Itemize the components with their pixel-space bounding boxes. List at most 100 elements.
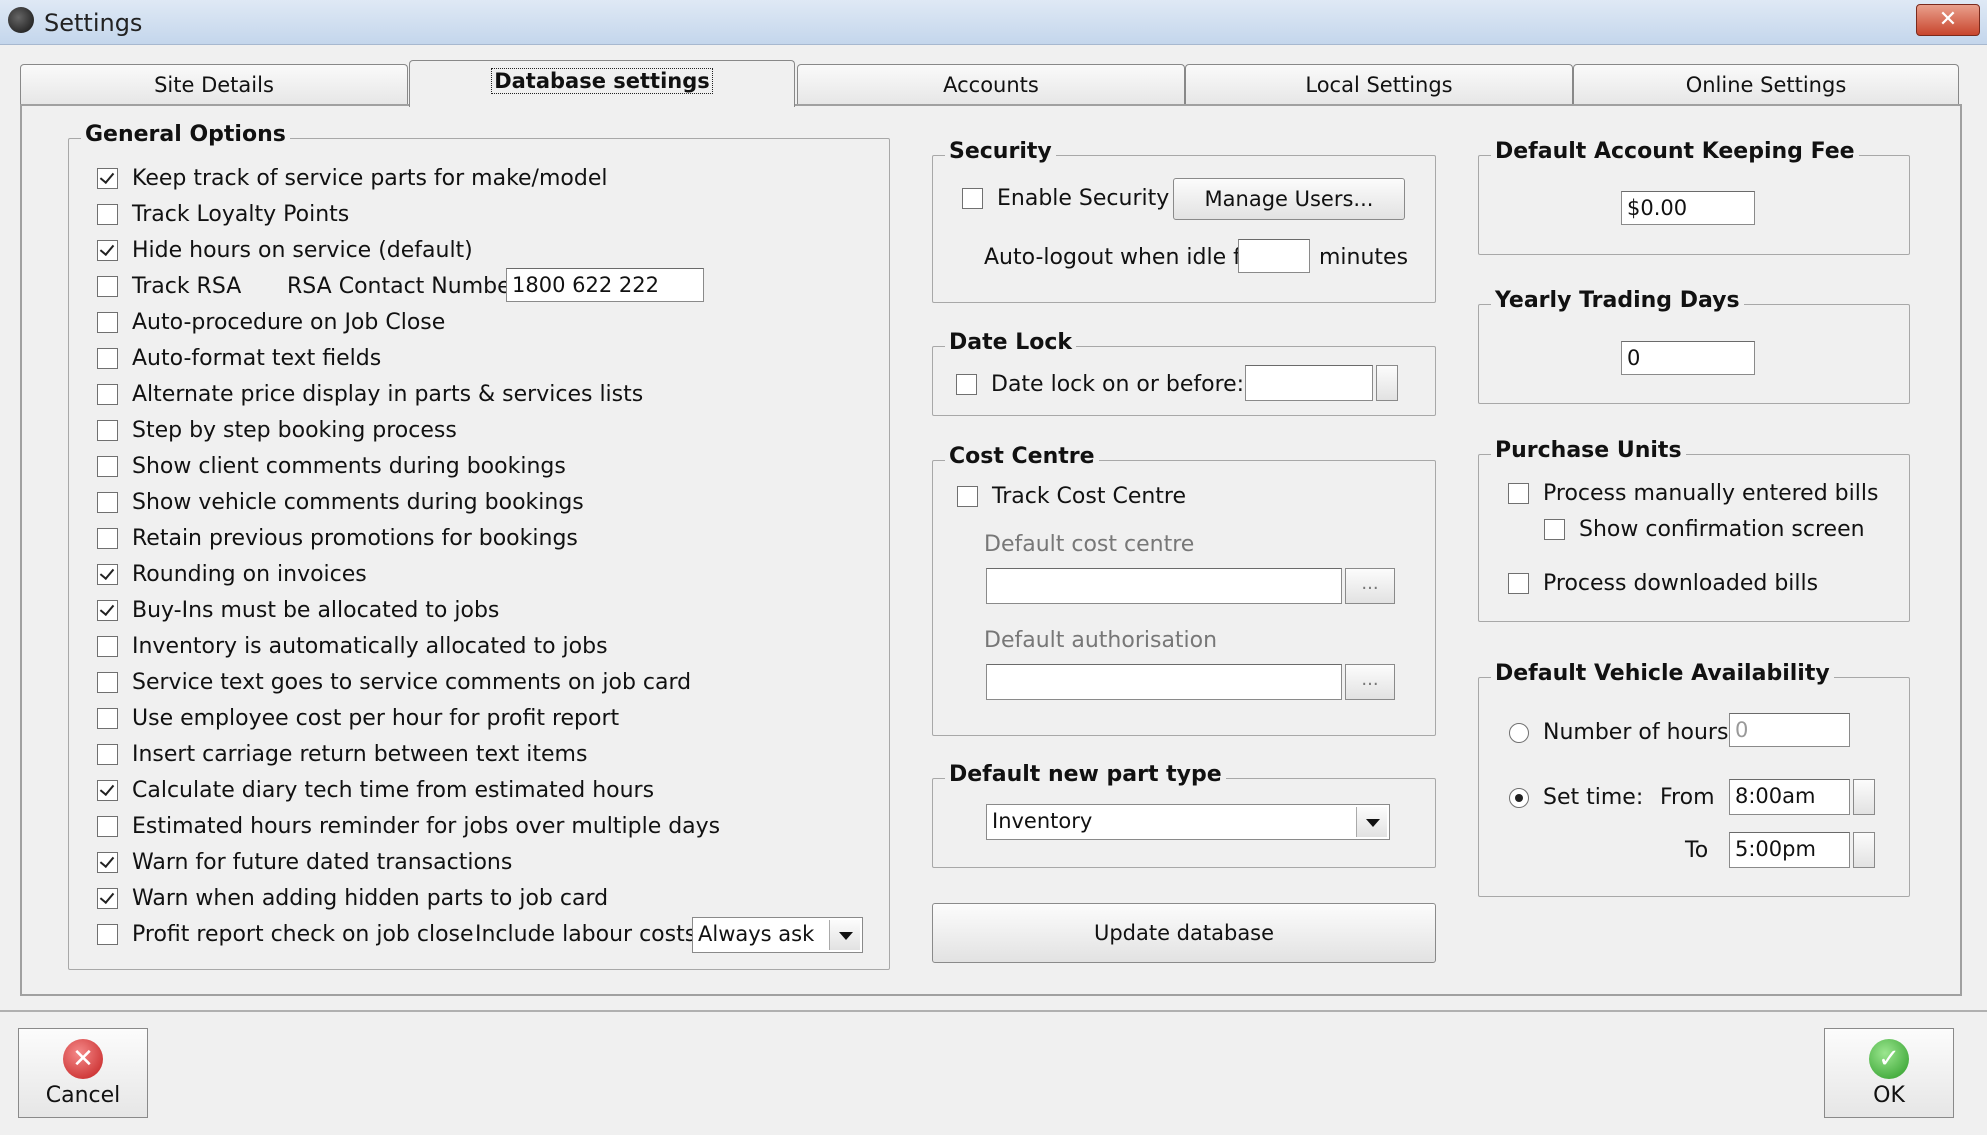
general-option-checkbox[interactable]: Insert carriage return between text item… — [97, 742, 587, 767]
number-of-hours-input[interactable]: 0 — [1729, 713, 1850, 747]
radio-circle[interactable] — [1509, 722, 1529, 743]
general-option-checkbox[interactable]: Buy-Ins must be allocated to jobs — [97, 598, 499, 623]
checkbox-box[interactable] — [97, 564, 118, 585]
checkbox-box[interactable] — [1544, 519, 1565, 540]
show-confirmation-checkbox[interactable]: Show confirmation screen — [1544, 517, 1865, 542]
number-of-hours-radio[interactable]: Number of hours: — [1509, 720, 1736, 745]
tab-accounts[interactable]: Accounts — [797, 64, 1185, 105]
from-time-spinner[interactable] — [1853, 779, 1875, 815]
checkbox-box[interactable] — [97, 672, 118, 693]
checkbox-box[interactable] — [962, 188, 983, 209]
date-picker-button[interactable] — [1376, 365, 1398, 401]
general-option-checkbox[interactable]: Track RSA — [97, 274, 241, 299]
from-time-input[interactable]: 8:00am — [1729, 779, 1850, 815]
checkbox-box[interactable] — [97, 816, 118, 837]
tab-site-details[interactable]: Site Details — [20, 64, 408, 105]
tab-online-settings[interactable]: Online Settings — [1573, 64, 1959, 105]
checkbox-box[interactable] — [97, 240, 118, 261]
date-lock-checkbox[interactable]: Date lock on or before: — [956, 372, 1244, 397]
trading-days-input[interactable]: 0 — [1621, 341, 1755, 375]
labour-costs-select[interactable]: Always ask — [692, 917, 863, 953]
checkbox-box[interactable] — [97, 420, 118, 441]
checkbox-box[interactable] — [97, 384, 118, 405]
to-time-spinner[interactable] — [1853, 832, 1875, 868]
general-option-checkbox[interactable]: Hide hours on service (default) — [97, 238, 473, 263]
process-manual-bills-checkbox[interactable]: Process manually entered bills — [1508, 481, 1878, 506]
general-option-label: Buy-Ins must be allocated to jobs — [132, 598, 500, 623]
general-option-checkbox[interactable]: Profit report check on job close — [97, 922, 474, 947]
set-time-radio[interactable]: Set time: — [1509, 785, 1643, 810]
to-time-input[interactable]: 5:00pm — [1729, 832, 1850, 868]
checkbox-box[interactable] — [97, 852, 118, 873]
general-option-checkbox[interactable]: Use employee cost per hour for profit re… — [97, 706, 619, 731]
checkbox-box[interactable] — [97, 780, 118, 801]
general-option-checkbox[interactable]: Keep track of service parts for make/mod… — [97, 166, 607, 191]
cost-centre-title: Cost Centre — [945, 444, 1099, 469]
general-option-label: Alternate price display in parts & servi… — [132, 382, 644, 407]
manage-users-button[interactable]: Manage Users... — [1173, 178, 1405, 220]
checkbox-box[interactable] — [1508, 483, 1529, 504]
default-authorisation-label: Default authorisation — [984, 628, 1218, 653]
trading-days-title: Yearly Trading Days — [1491, 288, 1744, 313]
checkbox-box[interactable] — [97, 888, 118, 909]
general-option-checkbox[interactable]: Show client comments during bookings — [97, 454, 566, 479]
radio-circle[interactable] — [1509, 787, 1529, 808]
default-cost-centre-input[interactable] — [986, 568, 1342, 604]
checkbox-box[interactable] — [97, 924, 118, 945]
general-option-checkbox[interactable]: Auto-procedure on Job Close — [97, 310, 445, 335]
enable-security-label: Enable Security — [997, 186, 1170, 211]
process-downloaded-bills-label: Process downloaded bills — [1543, 571, 1819, 596]
checkbox-box[interactable] — [97, 168, 118, 189]
general-option-checkbox[interactable]: Estimated hours reminder for jobs over m… — [97, 814, 720, 839]
general-option-label: Track RSA — [132, 274, 242, 299]
general-option-checkbox[interactable]: Inventory is automatically allocated to … — [97, 634, 608, 659]
checkbox-box[interactable] — [97, 204, 118, 225]
general-option-checkbox[interactable]: Service text goes to service comments on… — [97, 670, 691, 695]
rsa-contact-input[interactable]: 1800 622 222 — [506, 268, 704, 302]
checkbox-box[interactable] — [97, 492, 118, 513]
enable-security-checkbox[interactable]: Enable Security — [962, 186, 1169, 211]
track-cost-centre-label: Track Cost Centre — [992, 484, 1187, 509]
general-option-checkbox[interactable]: Warn for future dated transactions — [97, 850, 512, 875]
checkbox-box[interactable] — [97, 744, 118, 765]
general-option-checkbox[interactable]: Step by step booking process — [97, 418, 457, 443]
close-button[interactable]: ✕ — [1916, 4, 1980, 36]
checkbox-box[interactable] — [97, 600, 118, 621]
checkbox-box[interactable] — [1508, 573, 1529, 594]
checkbox-box[interactable] — [957, 486, 978, 507]
general-option-checkbox[interactable]: Alternate price display in parts & servi… — [97, 382, 643, 407]
authorisation-browse-button[interactable]: ... — [1345, 664, 1395, 700]
part-type-select[interactable]: Inventory — [986, 804, 1390, 840]
autologout-input[interactable] — [1238, 239, 1310, 273]
general-option-checkbox[interactable]: Track Loyalty Points — [97, 202, 349, 227]
checkbox-box[interactable] — [97, 348, 118, 369]
tab-database-settings[interactable]: Database settings — [409, 60, 795, 107]
checkbox-box[interactable] — [97, 528, 118, 549]
checkbox-box[interactable] — [97, 636, 118, 657]
general-option-checkbox[interactable]: Show vehicle comments during bookings — [97, 490, 584, 515]
date-lock-input[interactable] — [1245, 365, 1373, 401]
general-option-checkbox[interactable]: Calculate diary tech time from estimated… — [97, 778, 654, 803]
checkbox-box[interactable] — [97, 312, 118, 333]
general-option-checkbox[interactable]: Retain previous promotions for bookings — [97, 526, 578, 551]
track-cost-centre-checkbox[interactable]: Track Cost Centre — [957, 484, 1186, 509]
general-option-checkbox[interactable]: Rounding on invoices — [97, 562, 367, 587]
checkbox-box[interactable] — [97, 276, 118, 297]
general-option-checkbox[interactable]: Warn when adding hidden parts to job car… — [97, 886, 608, 911]
general-option-checkbox[interactable]: Auto-format text fields — [97, 346, 381, 371]
general-option-label: Auto-format text fields — [132, 346, 382, 371]
checkmark-icon: ✓ — [1869, 1039, 1909, 1079]
process-downloaded-bills-checkbox[interactable]: Process downloaded bills — [1508, 571, 1818, 596]
checkbox-box[interactable] — [97, 708, 118, 729]
account-fee-input[interactable]: $0.00 — [1621, 191, 1755, 225]
default-authorisation-input[interactable] — [986, 664, 1342, 700]
tab-local-settings[interactable]: Local Settings — [1185, 64, 1573, 105]
cost-centre-browse-button[interactable]: ... — [1345, 568, 1395, 604]
chevron-down-icon[interactable] — [1356, 807, 1387, 837]
update-database-button[interactable]: Update database — [932, 903, 1436, 963]
cancel-button[interactable]: ✕ Cancel — [18, 1028, 148, 1118]
checkbox-box[interactable] — [97, 456, 118, 477]
ok-button[interactable]: ✓ OK — [1824, 1028, 1954, 1118]
checkbox-box[interactable] — [956, 374, 977, 395]
chevron-down-icon[interactable] — [829, 920, 860, 950]
